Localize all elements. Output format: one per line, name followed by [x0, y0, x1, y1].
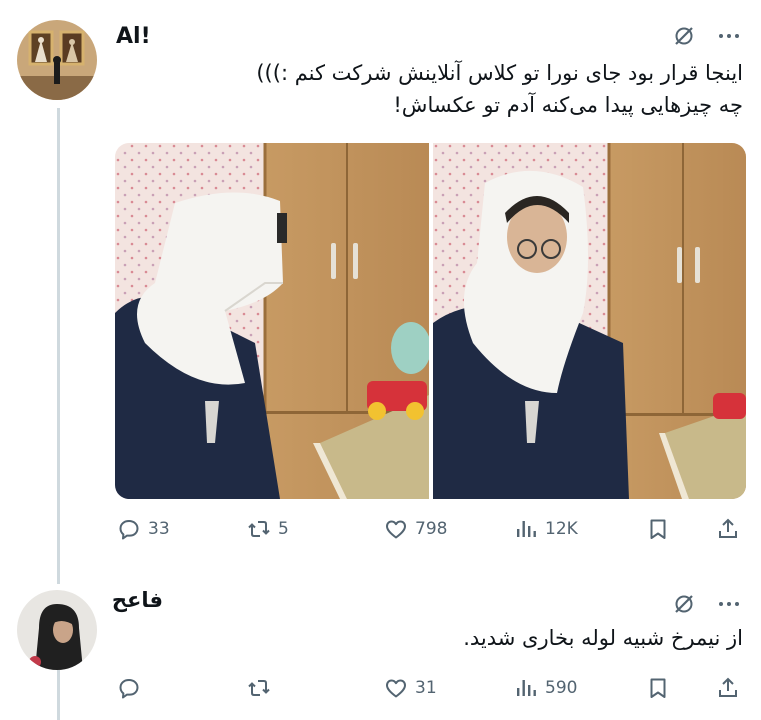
thread-line: [57, 670, 60, 720]
share-icon: [719, 518, 737, 538]
more-icon[interactable]: [715, 592, 743, 616]
views-icon: [517, 521, 536, 537]
tweet-text-line: چه چیزهایی پیدا می‌کنه آدم تو عکساش!: [393, 93, 743, 117]
media-grid[interactable]: [115, 143, 746, 499]
tweet-text: اینجا قرار بود جای نورا تو کلاس آنلاینش …: [256, 57, 743, 121]
heart-icon: [386, 520, 406, 539]
reply-count: 33: [148, 519, 170, 539]
views-icon: [517, 680, 536, 696]
author-name[interactable]: Al!: [116, 24, 151, 49]
more-icon[interactable]: [715, 24, 743, 48]
avatar[interactable]: [17, 590, 97, 670]
like-button[interactable]: 31: [384, 674, 437, 702]
grok-icon[interactable]: [672, 24, 696, 48]
share-icon: [719, 677, 737, 697]
thread-line: [57, 108, 60, 584]
like-count: 798: [415, 519, 448, 539]
reply-button[interactable]: 33: [117, 515, 170, 543]
bookmark-icon: [650, 678, 666, 698]
author-name[interactable]: فاعح: [112, 588, 163, 612]
share-button[interactable]: [716, 515, 740, 543]
views-button[interactable]: 590: [514, 674, 577, 702]
tweet-text-line: اینجا قرار بود جای نورا تو کلاس آنلاینش …: [256, 61, 743, 85]
reply-text: از نیمرخ شبیه لوله بخاری شدید.: [463, 626, 743, 650]
views-button[interactable]: 12K: [514, 515, 578, 543]
avatar-image: [17, 590, 97, 670]
repost-count: 5: [278, 519, 289, 539]
bookmark-button[interactable]: [646, 515, 670, 543]
repost-button[interactable]: 5: [247, 515, 289, 543]
reply-icon: [119, 679, 139, 699]
repost-button[interactable]: [247, 674, 278, 702]
views-count: 590: [545, 678, 578, 698]
tweet-photo-right[interactable]: [432, 143, 747, 499]
repost-icon: [248, 680, 270, 696]
bookmark-icon: [650, 519, 666, 539]
like-count: 31: [415, 678, 437, 698]
views-count: 12K: [545, 519, 578, 539]
avatar[interactable]: [17, 20, 97, 100]
share-button[interactable]: [716, 674, 740, 702]
bookmark-button[interactable]: [646, 674, 670, 702]
tweet-photo-left[interactable]: [115, 143, 429, 499]
repost-icon: [248, 521, 270, 537]
reply-button[interactable]: [117, 674, 148, 702]
heart-icon: [386, 679, 406, 698]
reply-icon: [119, 520, 139, 540]
avatar-image: [17, 20, 97, 100]
like-button[interactable]: 798: [384, 515, 447, 543]
grok-icon[interactable]: [672, 592, 696, 616]
